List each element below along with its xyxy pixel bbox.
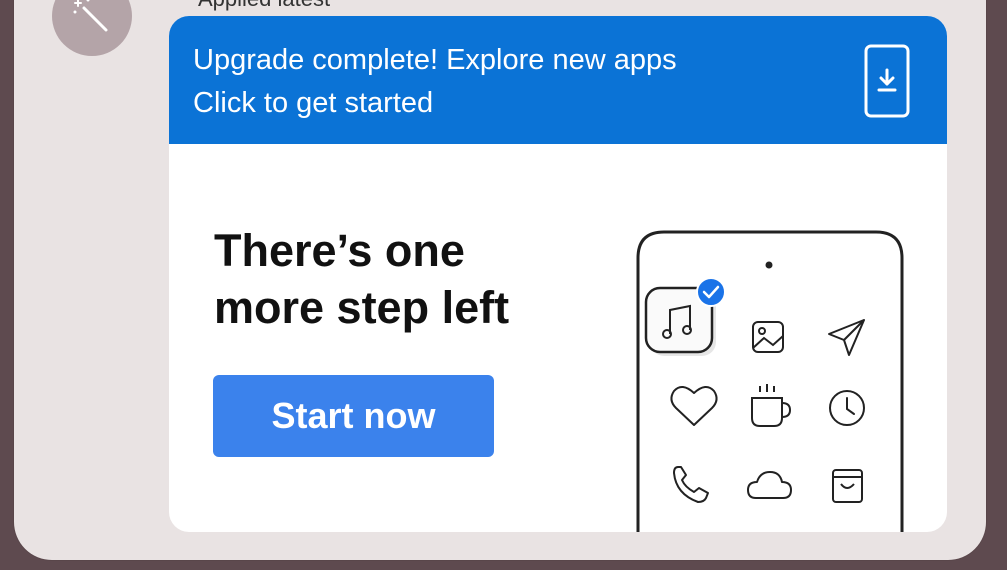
image-icon: [752, 321, 784, 353]
phone-illustration: [636, 230, 904, 532]
banner-title: Upgrade complete! Explore new apps: [193, 44, 677, 76]
cloud-icon: [747, 471, 792, 499]
banner-subtitle: Click to get started: [193, 87, 434, 119]
shopping-bag-icon: [832, 469, 863, 503]
upgrade-card: Upgrade complete! Explore new apps Click…: [169, 16, 947, 532]
heart-icon: [670, 386, 718, 426]
checkmark-badge-icon: [696, 277, 726, 307]
coffee-cup-icon: [751, 384, 792, 427]
start-now-button[interactable]: Start now: [213, 375, 494, 457]
clock-icon: [829, 390, 865, 426]
send-icon: [828, 319, 865, 356]
phone-download-icon: [864, 44, 910, 118]
headline: There’s one more step left: [214, 222, 614, 336]
upgrade-banner[interactable]: Upgrade complete! Explore new apps Click…: [169, 16, 947, 144]
magic-wand-icon: [73, 0, 108, 32]
phone-icon: [673, 466, 709, 503]
headline-line-1: There’s one: [214, 225, 465, 276]
headline-line-2: more step left: [214, 282, 510, 333]
notification-source-label: Applied latest: [198, 0, 330, 12]
